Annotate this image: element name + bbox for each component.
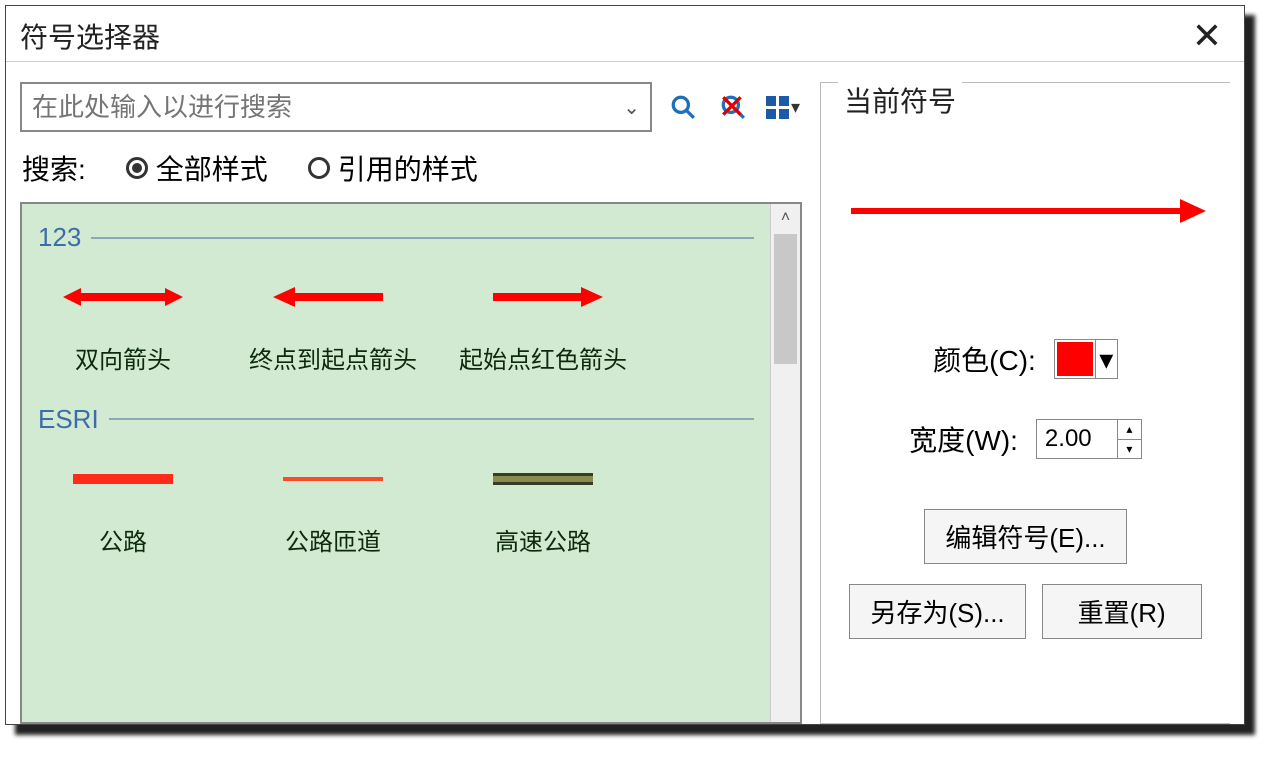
radio-referenced-styles[interactable]: 引用的样式 bbox=[308, 148, 478, 188]
preview-arrow-icon bbox=[846, 191, 1206, 231]
search-input[interactable] bbox=[32, 92, 623, 123]
symbol-item-highway-ramp[interactable]: 公路匝道 bbox=[248, 449, 418, 558]
double-arrow-icon bbox=[38, 267, 208, 327]
edit-symbol-button[interactable]: 编辑符号(E)... bbox=[924, 509, 1126, 564]
width-input[interactable] bbox=[1037, 420, 1117, 458]
road-cased-icon bbox=[458, 449, 628, 509]
symbol-item-label: 高速公路 bbox=[495, 529, 591, 558]
symbol-selector-window: 符号选择器 ✕ ⌄ ▾ 搜索: bbox=[5, 5, 1245, 725]
symbol-item-label: 起始点红色箭头 bbox=[459, 347, 627, 376]
group-label: ESRI bbox=[38, 404, 99, 435]
close-icon[interactable]: ✕ bbox=[1184, 15, 1230, 57]
symbol-item-label: 双向箭头 bbox=[75, 347, 171, 376]
search-icon[interactable] bbox=[664, 88, 702, 126]
width-label: 宽度(W): bbox=[909, 419, 1018, 459]
chevron-down-icon[interactable]: ▾ bbox=[1095, 340, 1117, 378]
left-arrow-icon bbox=[248, 267, 418, 327]
group-label: 123 bbox=[38, 222, 81, 253]
radio-referenced-styles-label: 引用的样式 bbox=[338, 148, 478, 188]
window-title: 符号选择器 bbox=[20, 16, 160, 56]
radio-all-styles[interactable]: 全部样式 bbox=[126, 148, 268, 188]
symbol-item-label: 公路匝道 bbox=[285, 529, 381, 558]
save-as-button[interactable]: 另存为(S)... bbox=[849, 584, 1025, 639]
radio-all-styles-label: 全部样式 bbox=[156, 148, 268, 188]
clear-search-icon[interactable] bbox=[714, 88, 752, 126]
scroll-up-icon[interactable]: ˄ bbox=[771, 204, 800, 232]
current-symbol-legend: 当前符号 bbox=[838, 80, 962, 120]
symbol-item-start-red-arrow[interactable]: 起始点红色箭头 bbox=[458, 267, 628, 376]
search-filter-label: 搜索: bbox=[22, 148, 86, 188]
symbol-item-label: 终点到起点箭头 bbox=[249, 347, 417, 376]
road-thick-icon bbox=[38, 449, 208, 509]
right-pane: 当前符号 颜色(C): ▾ bbox=[820, 82, 1230, 724]
radio-icon bbox=[308, 157, 330, 179]
gallery-scrollbar[interactable]: ˄ bbox=[770, 204, 800, 722]
symbol-item-label: 公路 bbox=[99, 529, 147, 558]
chevron-down-icon[interactable]: ⌄ bbox=[623, 95, 640, 120]
spinner-up-icon[interactable]: ▴ bbox=[1118, 420, 1141, 440]
search-combo[interactable]: ⌄ bbox=[20, 82, 652, 132]
group-header-esri: ESRI bbox=[38, 404, 754, 435]
scroll-thumb[interactable] bbox=[774, 234, 797, 364]
group-header-123: 123 bbox=[38, 222, 754, 253]
radio-icon bbox=[126, 157, 148, 179]
view-mode-icon[interactable]: ▾ bbox=[764, 88, 802, 126]
symbol-preview bbox=[821, 101, 1230, 321]
width-spinner[interactable]: ▴ ▾ bbox=[1036, 419, 1142, 459]
symbol-gallery: 123 双向箭头 bbox=[22, 204, 770, 722]
spinner-down-icon[interactable]: ▾ bbox=[1118, 440, 1141, 459]
symbol-item-highway[interactable]: 公路 bbox=[38, 449, 208, 558]
right-arrow-icon bbox=[458, 267, 628, 327]
symbol-item-end-to-start-arrow[interactable]: 终点到起点箭头 bbox=[248, 267, 418, 376]
left-pane: ⌄ ▾ 搜索: 全部样式 bbox=[20, 82, 802, 724]
symbol-item-expressway[interactable]: 高速公路 bbox=[458, 449, 628, 558]
color-swatch bbox=[1055, 340, 1095, 378]
titlebar: 符号选择器 ✕ bbox=[6, 6, 1244, 62]
color-label: 颜色(C): bbox=[933, 339, 1036, 379]
road-thin-icon bbox=[248, 449, 418, 509]
symbol-item-double-arrow[interactable]: 双向箭头 bbox=[38, 267, 208, 376]
color-picker[interactable]: ▾ bbox=[1054, 339, 1118, 379]
reset-button[interactable]: 重置(R) bbox=[1042, 584, 1202, 639]
